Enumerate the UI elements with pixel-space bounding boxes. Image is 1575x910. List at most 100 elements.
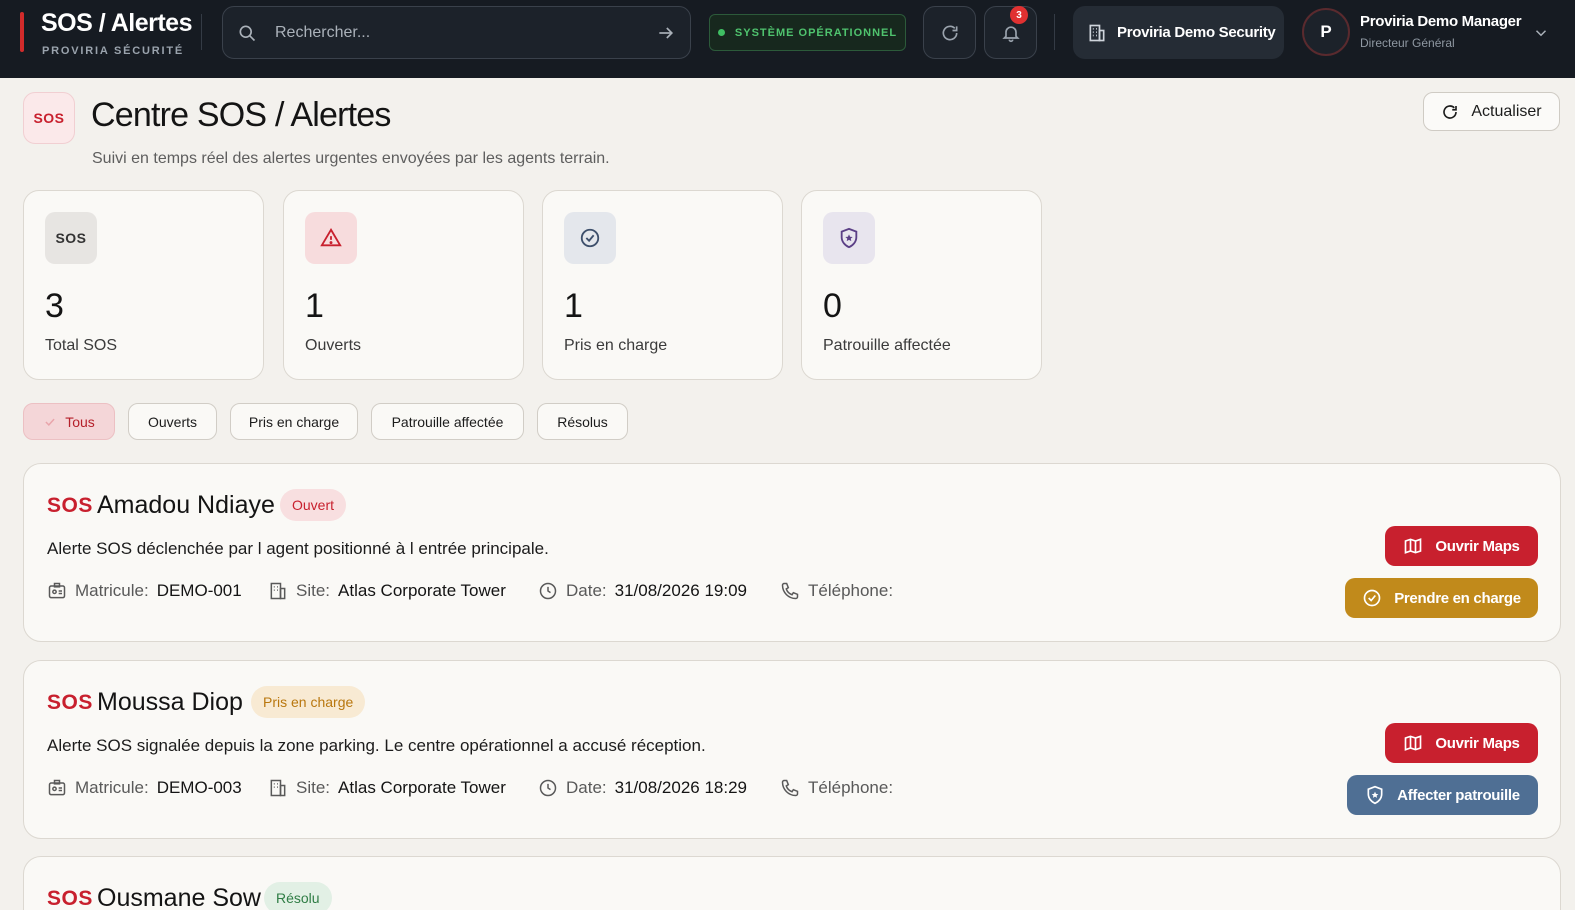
refresh-icon xyxy=(1443,104,1458,119)
clock-icon xyxy=(539,779,557,797)
sos-label: SOS xyxy=(47,494,93,517)
notifications-button[interactable]: 3 xyxy=(984,6,1037,59)
arrow-right-icon[interactable] xyxy=(656,23,676,43)
meta-value: 31/08/2026 18:29 xyxy=(614,778,747,797)
id-badge-icon xyxy=(48,582,66,599)
alert-card: SOS Amadou Ndiaye Ouvert Alerte SOS décl… xyxy=(23,463,1561,642)
status-dot-icon xyxy=(717,29,725,36)
notification-count-badge: 3 xyxy=(1010,6,1028,24)
stat-label: Patrouille affectée xyxy=(823,337,951,354)
system-status-label: SYSTÈME OPÉRATIONNEL xyxy=(734,26,898,39)
stat-value: 0 xyxy=(823,287,842,325)
meta-site: Site: Atlas Corporate Tower xyxy=(268,778,506,798)
open-maps-label: Ouvrir Maps xyxy=(1435,734,1520,752)
phone-icon xyxy=(781,779,799,797)
stat-icon-text: SOS xyxy=(55,230,87,246)
sos-icon: SOS xyxy=(45,212,97,264)
organization-name: Proviria Demo Security xyxy=(1117,24,1276,41)
refresh-icon xyxy=(942,25,957,41)
brand-accent-bar xyxy=(20,12,24,52)
building-icon xyxy=(1089,24,1105,41)
avatar[interactable]: P xyxy=(1302,8,1350,56)
filter-all[interactable]: Tous xyxy=(23,403,115,440)
check-circle-icon xyxy=(564,212,616,264)
filter-label: Patrouille affectée xyxy=(391,413,504,430)
building-icon xyxy=(270,582,286,600)
open-maps-button[interactable]: Ouvrir Maps xyxy=(1385,723,1538,763)
assign-patrol-button[interactable]: Affecter patrouille xyxy=(1347,775,1538,815)
search-box[interactable] xyxy=(222,6,691,59)
filter-label: Pris en charge xyxy=(248,413,340,430)
system-status-badge: SYSTÈME OPÉRATIONNEL xyxy=(709,14,906,51)
stat-value: 1 xyxy=(305,287,324,325)
meta-phone: Téléphone: xyxy=(780,581,893,601)
meta-key: Date: xyxy=(566,581,607,600)
sos-page-icon: SOS xyxy=(23,92,75,144)
meta-date: Date: 31/08/2026 19:09 xyxy=(538,581,747,601)
agent-name: Ousmane Sow xyxy=(97,884,261,910)
user-name[interactable]: Proviria Demo Manager xyxy=(1360,13,1522,30)
alert-description: Alerte SOS signalée depuis la zone parki… xyxy=(47,736,706,755)
check-icon xyxy=(45,418,55,426)
assign-patrol-label: Affecter patrouille xyxy=(1397,786,1520,804)
clock-icon xyxy=(539,582,557,600)
shield-star-icon xyxy=(823,212,875,264)
meta-key: Site: xyxy=(296,778,331,797)
meta-key: Site: xyxy=(296,581,331,600)
search-icon xyxy=(239,25,256,42)
id-badge-icon xyxy=(48,779,66,796)
top-bar: SOS / Alertes PROVIRIA SÉCURITÉ SYSTÈME … xyxy=(0,0,1575,78)
meta-value: DEMO-003 xyxy=(156,778,242,797)
filter-open[interactable]: Ouverts xyxy=(128,403,217,440)
stat-label: Total SOS xyxy=(45,337,118,354)
bell-icon xyxy=(1001,25,1020,42)
meta-key: Téléphone: xyxy=(808,778,894,797)
refresh-button[interactable] xyxy=(923,6,976,59)
alert-card: SOS Moussa Diop Pris en charge Alerte SO… xyxy=(23,660,1561,839)
stat-value: 3 xyxy=(45,287,64,325)
sos-label: SOS xyxy=(47,887,93,910)
stat-card-open: 1 Ouverts xyxy=(283,190,524,380)
meta-phone: Téléphone: xyxy=(780,778,893,798)
refresh-page-button[interactable]: Actualiser xyxy=(1423,92,1560,131)
status-badge: Résolu xyxy=(264,882,332,910)
meta-value: DEMO-001 xyxy=(156,581,242,600)
take-charge-button[interactable]: Prendre en charge xyxy=(1345,578,1538,618)
user-role: Directeur Général xyxy=(1360,36,1455,50)
search-input[interactable] xyxy=(275,19,635,47)
map-icon xyxy=(1405,538,1422,554)
shield-star-icon xyxy=(1367,785,1383,805)
status-badge: Ouvert xyxy=(280,489,347,521)
sos-icon-text: SOS xyxy=(33,110,65,126)
meta-matricule: Matricule: DEMO-003 xyxy=(47,778,242,798)
brand-subtitle: PROVIRIA SÉCURITÉ xyxy=(42,45,185,57)
meta-key: Date: xyxy=(566,778,607,797)
divider xyxy=(201,14,202,50)
meta-value: Atlas Corporate Tower xyxy=(338,778,506,797)
chevron-down-icon[interactable] xyxy=(1532,24,1550,42)
stat-card-total: SOS 3 Total SOS xyxy=(23,190,264,380)
organization-selector[interactable]: Proviria Demo Security xyxy=(1073,6,1284,59)
take-charge-label: Prendre en charge xyxy=(1394,589,1521,607)
filter-in-charge[interactable]: Pris en charge xyxy=(230,403,358,440)
meta-site: Site: Atlas Corporate Tower xyxy=(268,581,506,601)
meta-date: Date: 31/08/2026 18:29 xyxy=(538,778,747,798)
agent-name: Amadou Ndiaye xyxy=(97,491,275,519)
filter-label: Résolus xyxy=(557,413,608,430)
filter-resolved[interactable]: Résolus xyxy=(537,403,628,440)
meta-key: Matricule: xyxy=(75,778,149,797)
agent-name: Moussa Diop xyxy=(97,688,243,716)
open-maps-label: Ouvrir Maps xyxy=(1435,537,1520,555)
filter-patrol[interactable]: Patrouille affectée xyxy=(371,403,524,440)
refresh-label: Actualiser xyxy=(1471,102,1542,120)
open-maps-button[interactable]: Ouvrir Maps xyxy=(1385,526,1538,566)
building-icon xyxy=(270,779,286,797)
divider xyxy=(1054,14,1055,50)
meta-key: Téléphone: xyxy=(808,581,894,600)
phone-icon xyxy=(781,582,799,600)
meta-key: Matricule: xyxy=(75,581,149,600)
sos-label: SOS xyxy=(47,691,93,714)
filter-label: Ouverts xyxy=(147,413,197,430)
check-circle-icon xyxy=(1363,589,1381,607)
status-badge: Pris en charge xyxy=(251,686,366,718)
